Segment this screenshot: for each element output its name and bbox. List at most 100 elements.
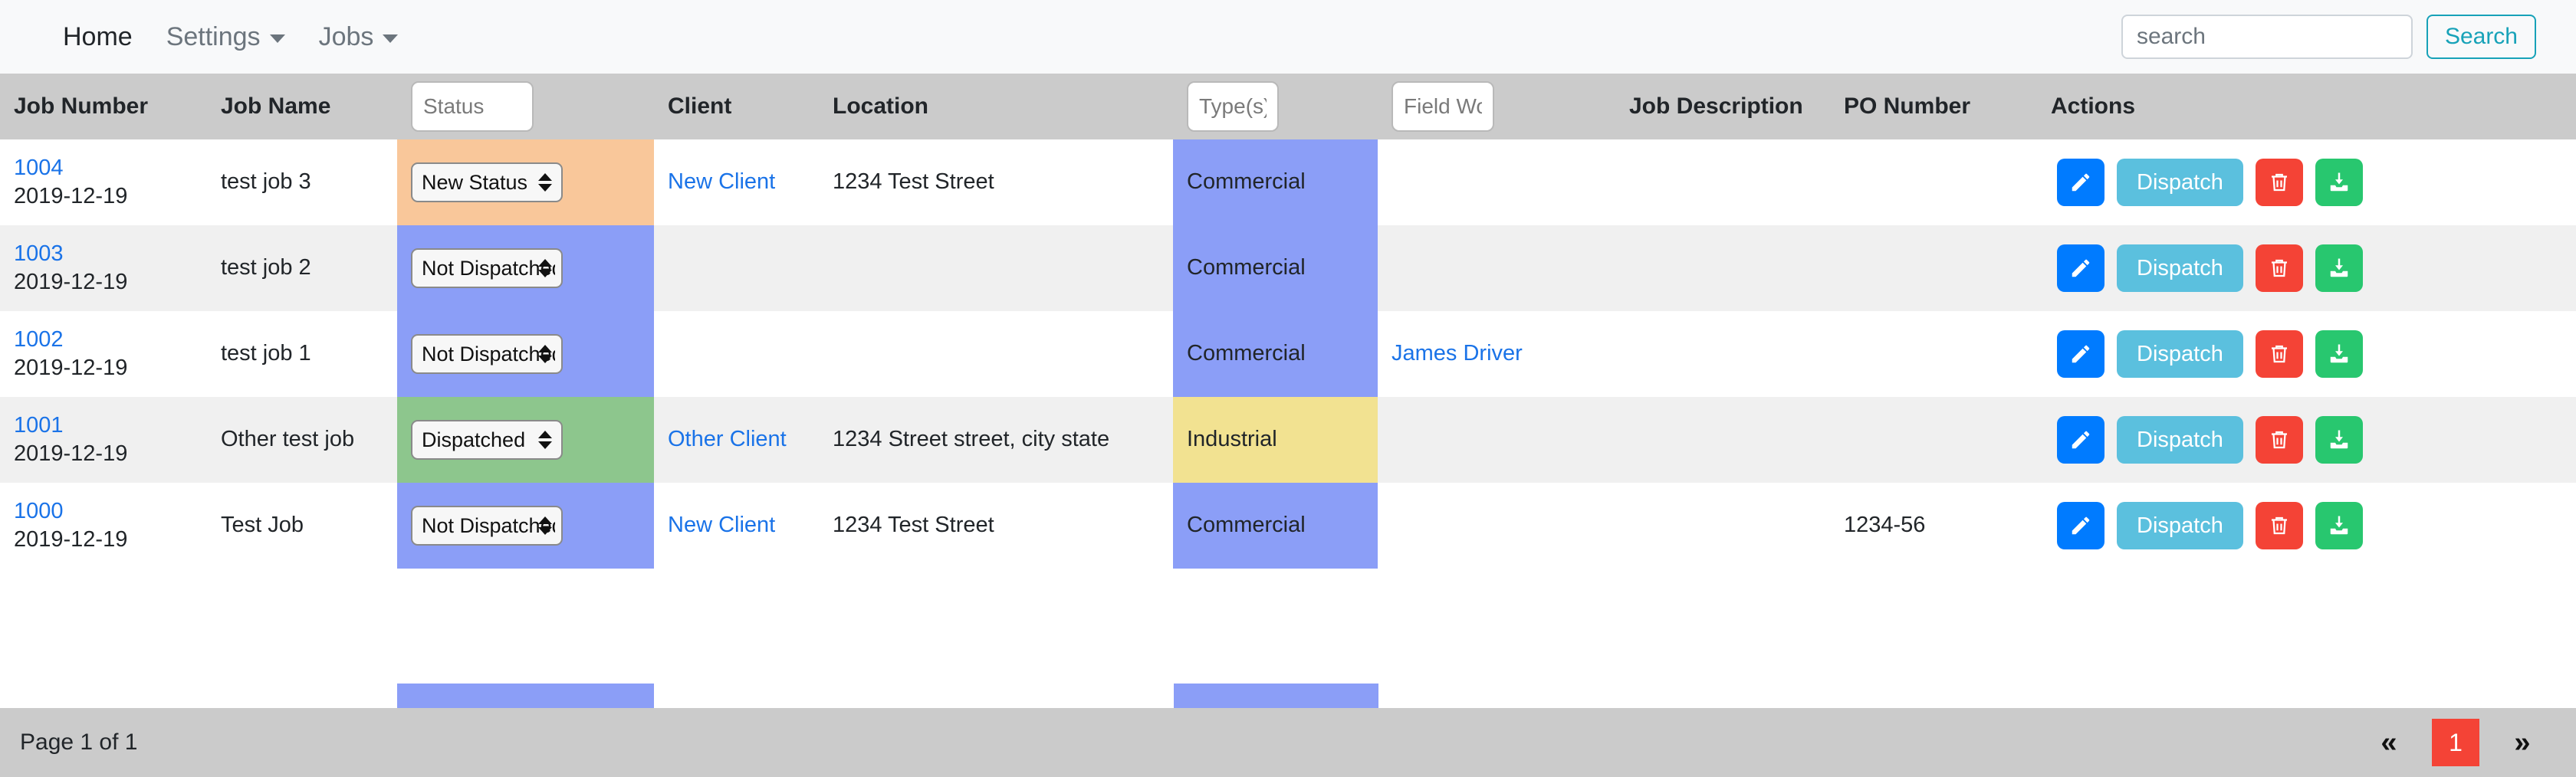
col-header-po-number[interactable]: PO Number	[1830, 74, 2037, 139]
job-number-link[interactable]: 1000	[14, 497, 207, 526]
cell-actions: Dispatch	[2037, 225, 2576, 311]
cell-location: 1234 Test Street	[819, 483, 1173, 569]
col-header-field-worker	[1378, 74, 1615, 139]
nav-item-jobs[interactable]: Jobs	[302, 24, 416, 50]
client-link[interactable]: New Client	[668, 169, 775, 194]
pencil-icon	[2069, 343, 2092, 366]
nav-item-home-label: Home	[63, 22, 133, 51]
delete-button[interactable]	[2255, 244, 2303, 292]
cell-job-name: Other test job	[207, 397, 397, 483]
status-select[interactable]: Not Dispatched	[411, 334, 563, 374]
edit-button[interactable]	[2057, 416, 2104, 464]
delete-button[interactable]	[2255, 416, 2303, 464]
navbar-search-group: Search	[2121, 15, 2551, 59]
dispatch-button[interactable]: Dispatch	[2117, 159, 2243, 206]
table-row: 1002 2019-12-19 test job 1 Not Dispatched Co…	[0, 311, 2576, 397]
edit-button[interactable]	[2057, 159, 2104, 206]
field-worker-link[interactable]: James Driver	[1392, 341, 1523, 366]
download-button[interactable]	[2315, 416, 2363, 464]
nav-item-settings[interactable]: Settings	[150, 24, 302, 50]
delete-button[interactable]	[2255, 159, 2303, 206]
status-select[interactable]: Dispatched	[411, 420, 563, 460]
job-number-link[interactable]: 1004	[14, 154, 207, 182]
cell-po-number	[1830, 225, 2037, 311]
pagination-page-1[interactable]: 1	[2432, 719, 2479, 766]
status-select[interactable]: Not Dispatched	[411, 506, 563, 546]
status-select-shell: Not Dispatched	[411, 334, 563, 374]
download-button[interactable]	[2315, 330, 2363, 378]
cell-client: Other Client	[654, 397, 819, 483]
download-inbox-icon	[2328, 428, 2351, 451]
cell-field-worker	[1378, 483, 1615, 569]
col-header-status	[397, 74, 654, 139]
download-inbox-icon	[2328, 257, 2351, 280]
col-header-client[interactable]: Client	[654, 74, 819, 139]
chevron-down-icon	[383, 34, 399, 43]
cell-status: Not Dispatched	[397, 311, 654, 397]
download-button[interactable]	[2315, 244, 2363, 292]
search-button[interactable]: Search	[2426, 15, 2536, 59]
cell-field-worker	[1378, 139, 1615, 225]
cell-location	[819, 311, 1173, 397]
pagination-prev-icon[interactable]: «	[2358, 708, 2420, 777]
download-inbox-icon	[2328, 514, 2351, 537]
job-date: 2019-12-19	[14, 527, 128, 552]
status-filter-input[interactable]	[411, 81, 534, 132]
job-date: 2019-12-19	[14, 270, 128, 294]
search-input[interactable]	[2121, 15, 2413, 59]
cell-location	[819, 225, 1173, 311]
cell-job-name: Test Job	[207, 483, 397, 569]
col-header-job-number[interactable]: Job Number	[0, 74, 207, 139]
job-date: 2019-12-19	[14, 441, 128, 466]
pagination-controls: « 1 »	[2358, 708, 2553, 777]
status-select-shell: Not Dispatched	[411, 248, 563, 288]
navbar: Home Settings Jobs Search	[0, 0, 2576, 74]
trash-icon	[2268, 257, 2291, 280]
delete-button[interactable]	[2255, 330, 2303, 378]
dispatch-button[interactable]: Dispatch	[2117, 244, 2243, 292]
col-header-job-name[interactable]: Job Name	[207, 74, 397, 139]
action-buttons: Dispatch	[2057, 159, 2576, 206]
edit-button[interactable]	[2057, 244, 2104, 292]
edit-button[interactable]	[2057, 502, 2104, 549]
nav-item-home[interactable]: Home	[46, 24, 150, 50]
client-link[interactable]: New Client	[668, 513, 775, 537]
chevron-down-icon	[269, 34, 285, 43]
col-header-job-description[interactable]: Job Description	[1615, 74, 1830, 139]
col-header-location[interactable]: Location	[819, 74, 1173, 139]
status-select[interactable]: Not Dispatched	[411, 248, 563, 288]
dispatch-button[interactable]: Dispatch	[2117, 330, 2243, 378]
edit-button[interactable]	[2057, 330, 2104, 378]
cell-actions: Dispatch	[2037, 139, 2576, 225]
page-status-label: Page 1 of 1	[20, 729, 138, 755]
col-header-type	[1173, 74, 1378, 139]
cell-status: New Status	[397, 139, 654, 225]
download-button[interactable]	[2315, 159, 2363, 206]
job-number-link[interactable]: 1003	[14, 240, 207, 268]
table-body: 1004 2019-12-19 test job 3 New Status New Cl…	[0, 139, 2576, 569]
download-button[interactable]	[2315, 502, 2363, 549]
type-filter-input[interactable]	[1187, 81, 1279, 132]
trash-icon	[2268, 343, 2291, 366]
job-number-link[interactable]: 1001	[14, 411, 207, 440]
dispatch-button[interactable]: Dispatch	[2117, 416, 2243, 464]
cell-client: New Client	[654, 139, 819, 225]
pencil-icon	[2069, 171, 2092, 194]
delete-button[interactable]	[2255, 502, 2303, 549]
table-header: Job Number Job Name Client Location Job …	[0, 74, 2576, 139]
cell-po-number	[1830, 139, 2037, 225]
table-header-row: Job Number Job Name Client Location Job …	[0, 74, 2576, 139]
pagination-next-icon[interactable]: »	[2492, 708, 2553, 777]
table-row: 1001 2019-12-19 Other test job Dispatched Ot…	[0, 397, 2576, 483]
cell-po-number	[1830, 397, 2037, 483]
client-link[interactable]: Other Client	[668, 427, 787, 451]
field-worker-filter-input[interactable]	[1392, 81, 1494, 132]
pencil-icon	[2069, 428, 2092, 451]
cell-job-number: 1004 2019-12-19	[0, 139, 207, 225]
trash-icon	[2268, 171, 2291, 194]
job-number-link[interactable]: 1002	[14, 326, 207, 354]
status-column-overhang	[397, 684, 654, 708]
dispatch-button[interactable]: Dispatch	[2117, 502, 2243, 549]
status-select[interactable]: New Status	[411, 162, 563, 202]
cell-type: Commercial	[1173, 483, 1378, 569]
